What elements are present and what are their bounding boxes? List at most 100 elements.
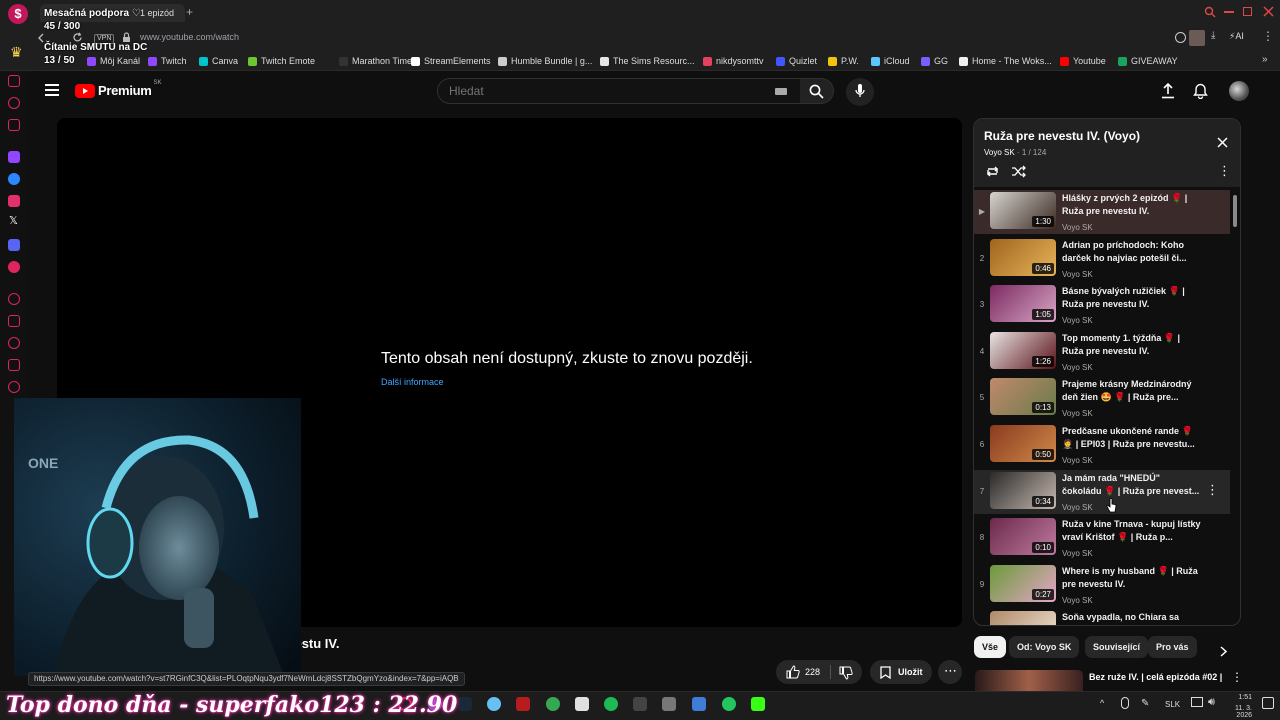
playlist-item[interactable]: 7 0:34 Ja mám rada "HNEDÚ" čokoládu 🌹 | Ru… (974, 469, 1230, 514)
bookmark-item[interactable]: Canva (199, 54, 238, 68)
next-video-thumbnail[interactable] (975, 670, 1083, 691)
sidebar-wallet-icon[interactable] (8, 119, 20, 131)
bookmark-item[interactable]: Youtube (1060, 54, 1106, 68)
playlist-item-title[interactable]: Ruža v kine Trnava - kupuj lístky vraví … (1062, 518, 1202, 544)
playlist-item-title[interactable]: Predčasne ukončené rande 🌹 🤵 | EPI03 | R… (1062, 425, 1202, 451)
playlist-item-title[interactable]: Hlášky z prvých 2 epizód 🌹 | Ruža pre ne… (1062, 192, 1202, 218)
search-button[interactable] (800, 78, 834, 104)
playlist-item-channel[interactable]: Voyo SK (1062, 409, 1093, 418)
bookmark-item[interactable]: P.W. (828, 54, 859, 68)
chips-next-icon[interactable] (1219, 646, 1228, 657)
bookmark-item[interactable]: StreamElements (411, 54, 491, 68)
upload-icon[interactable] (1161, 83, 1175, 99)
bookmark-item[interactable]: Home - The Woks... (959, 54, 1052, 68)
tray-language[interactable]: SLK (1165, 700, 1180, 709)
playlist-item-title[interactable]: Soňa vypadla, no Chiara sa (1062, 611, 1202, 624)
playlist-item-channel[interactable]: Voyo SK (1062, 456, 1093, 465)
playlist-item-thumbnail[interactable]: 1:26 (990, 331, 1056, 369)
taskbar-steam-client-icon[interactable] (487, 697, 501, 711)
playlist-title[interactable]: Ruža pre nevestu IV. (Voyo) (984, 129, 1140, 143)
url-field[interactable]: www.youtube.com/watch (140, 32, 239, 42)
playlist-item-title[interactable]: Adrian po príchodoch: Koho darček ho naj… (1062, 239, 1202, 265)
playlist-menu-icon[interactable]: ⋮ (1218, 163, 1231, 179)
playlist-item-thumbnail[interactable]: 0:46 (990, 238, 1056, 276)
sidebar-history-icon[interactable] (8, 337, 20, 349)
bookmark-item[interactable]: iCloud (871, 54, 910, 68)
sidebar-discord-icon[interactable] (8, 239, 20, 251)
tray-network-icon[interactable] (1191, 697, 1203, 707)
playlist-item[interactable]: 9 0:27 Where is my husband 🌹 | Ruža pre ne… (974, 563, 1230, 609)
taskbar-chrome-icon[interactable] (546, 697, 560, 711)
close-window-icon[interactable] (1263, 6, 1274, 17)
playlist-item[interactable]: 4 1:26 Top momenty 1. týždňa 🌹 | Ruža pre … (974, 330, 1230, 376)
bookmark-item[interactable]: Twitch Emote (248, 54, 315, 68)
bookmark-item[interactable]: Quizlet (776, 54, 817, 68)
filter-chip[interactable]: Vše (974, 636, 1007, 658)
ai-button[interactable]: ⚡AI (1229, 31, 1244, 42)
tray-volume-icon[interactable]: 🔊︎ (1208, 696, 1215, 709)
like-icon[interactable] (786, 665, 800, 679)
profile-thumbnail[interactable] (1189, 30, 1205, 46)
bookmark-item[interactable]: The Sims Resourc... (600, 54, 695, 68)
playlist-item-title[interactable]: Prajeme krásny Medzinárodný deň žien 🤩 🌹… (1062, 378, 1202, 404)
playlist-scroll-thumb[interactable] (1233, 195, 1237, 227)
youtube-logo[interactable]: Premium SK (75, 80, 162, 98)
playlist-item[interactable]: 3 1:05 Básne bývalých ružičiek 🌹 | Ruža pr… (974, 283, 1230, 329)
playlist-item-channel[interactable]: Voyo SK (1062, 549, 1093, 558)
playlist-scrollbar[interactable] (1233, 187, 1238, 625)
playlist-item-channel[interactable]: Voyo SK (1062, 363, 1093, 372)
next-video-title[interactable]: Bez ruže IV. | celá epizóda #02 | (1089, 672, 1222, 682)
playlist-item-thumbnail[interactable]: 0:13 (990, 378, 1056, 416)
sidebar-gift-icon[interactable] (8, 315, 20, 327)
keyboard-icon[interactable] (775, 88, 787, 95)
download-icon[interactable]: ⤓ (1211, 30, 1215, 41)
playlist-item[interactable]: 2 0:46 Adrian po príchodoch: Koho darček h… (974, 237, 1230, 283)
minimize-icon[interactable] (1224, 11, 1234, 13)
search-input[interactable] (438, 79, 768, 103)
playlist-item-thumbnail[interactable]: 0:10 (990, 518, 1056, 556)
maximize-icon[interactable] (1243, 7, 1252, 16)
notification-center-icon[interactable] (1262, 697, 1274, 709)
account-avatar[interactable] (1229, 81, 1249, 101)
taskbar-media-icon[interactable] (751, 697, 765, 711)
save-button[interactable]: Uložit (870, 660, 932, 684)
playlist-item-thumbnail[interactable]: 0:27 (990, 564, 1056, 602)
item-menu-icon[interactable]: ⋮ (1206, 482, 1219, 498)
bookmark-item[interactable]: Humble Bundle | g... (498, 54, 592, 68)
new-tab-button[interactable]: + (186, 5, 193, 19)
playlist-item[interactable]: 8 0:10 Ruža v kine Trnava - kupuj lístky v… (974, 516, 1230, 562)
playlist-item-title[interactable]: Top momenty 1. týždňa 🌹 | Ruža pre neves… (1062, 332, 1202, 358)
playlist-item-thumbnail[interactable]: 0:50 (990, 425, 1056, 462)
playlist-item-title[interactable]: Básne bývalých ružičiek 🌹 | Ruža pre nev… (1062, 285, 1202, 311)
playlist-item-channel[interactable]: Voyo SK (1062, 223, 1093, 232)
sidebar-bookmark-icon[interactable] (8, 75, 20, 87)
taskbar-app-u-icon[interactable] (575, 697, 589, 711)
playlist-item-thumbnail[interactable]: 1:05 (990, 285, 1056, 323)
next-video-menu-icon[interactable]: ⋮ (1231, 670, 1243, 684)
tray-date[interactable]: 11. 3. 2026 (1222, 705, 1252, 719)
loop-icon[interactable] (985, 165, 1000, 178)
playlist-item[interactable]: ▶ 1:30 Hlášky z prvých 2 epizód 🌹 | Ruža p… (974, 190, 1230, 234)
bookmark-item[interactable]: Twitch (148, 54, 187, 68)
tray-chevron-icon[interactable]: ^ (1100, 698, 1104, 708)
bookmarks-overflow-icon[interactable]: » (1262, 54, 1268, 65)
playlist-item-title[interactable]: Ja mám rada "HNEDÚ" čokoládu 🌹 | Ruža pr… (1062, 472, 1202, 498)
guide-menu-icon[interactable] (45, 84, 59, 86)
voice-search-button[interactable] (846, 78, 874, 106)
filter-chip[interactable]: Od: Voyo SK (1009, 636, 1080, 658)
playlist-item[interactable]: 5 0:13 Prajeme krásny Medzinárodný deň žie… (974, 376, 1230, 422)
extension-icon[interactable] (1175, 32, 1186, 43)
sidebar-store-icon[interactable] (8, 97, 20, 109)
more-actions-button[interactable]: ⋯ (938, 660, 962, 684)
search-tabs-icon[interactable] (1204, 6, 1216, 18)
taskbar-xbox-icon[interactable] (722, 697, 736, 711)
close-playlist-icon[interactable] (1217, 137, 1228, 148)
taskbar-game-icon[interactable] (516, 697, 530, 711)
bookmark-item[interactable]: GIVEAWAY (1118, 54, 1178, 68)
notifications-bell-icon[interactable] (1193, 83, 1208, 99)
playlist-item-title[interactable]: Where is my husband 🌹 | Ruža pre nevestu… (1062, 565, 1202, 591)
tray-mic-icon[interactable] (1121, 697, 1129, 709)
bookmark-item[interactable]: Marathon Timer (339, 54, 415, 68)
playlist-item-channel[interactable]: Voyo SK (1062, 596, 1093, 605)
filter-chip[interactable]: Související (1085, 636, 1149, 658)
